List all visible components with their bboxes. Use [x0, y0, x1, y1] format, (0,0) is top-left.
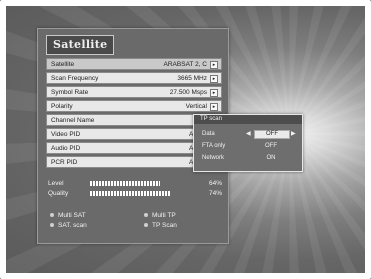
popup-title: TP scan: [194, 115, 302, 124]
row-value: 3665 MHz: [177, 75, 207, 82]
tp-row-fta-only[interactable]: FTA only OFF: [202, 142, 296, 151]
row-label: Satellite: [51, 61, 75, 68]
signal-label: Quality: [48, 190, 69, 197]
arrow-right-icon: ▸: [210, 75, 218, 83]
signal-label: Level: [48, 180, 64, 187]
row-label: Channel Name: [51, 117, 95, 124]
row-label: Polarity: [51, 103, 73, 110]
tp-row-label: Data: [202, 131, 215, 137]
option-label: Multi TP: [152, 212, 176, 219]
row-scan-frequency[interactable]: Scan Frequency 3665 MHz ▸: [46, 72, 222, 84]
arrow-right-icon: ▸: [210, 61, 218, 69]
option-tp-scan[interactable]: TP Scan: [144, 221, 177, 230]
menu-title: Satellite: [46, 35, 115, 55]
option-label: TP Scan: [152, 222, 177, 229]
tp-row-value: OFF: [254, 130, 290, 139]
arrow-right-icon: ▸: [210, 103, 218, 111]
tp-row-value: ON: [266, 155, 276, 161]
arrow-right-icon[interactable]: ▶: [291, 130, 296, 139]
signal-quality: Quality 74%: [46, 189, 222, 198]
signal-level: Level 64%: [46, 179, 222, 188]
signal-percent: 74%: [208, 190, 222, 197]
option-multi-tp[interactable]: Multi TP: [144, 211, 176, 220]
signal-percent: 64%: [208, 180, 222, 187]
tp-row-network[interactable]: Network ON: [202, 154, 296, 163]
arrow-left-icon[interactable]: ◀: [246, 130, 251, 139]
radio-icon: [144, 223, 148, 228]
level-bar: [90, 181, 160, 186]
row-symbol-rate[interactable]: Symbol Rate 27.500 Msps ▸: [46, 86, 222, 98]
tp-row-label: FTA only: [202, 143, 226, 149]
option-multi-sat[interactable]: Multi SAT: [50, 211, 86, 220]
row-value: Vertical: [185, 103, 207, 110]
row-value: ARABSAT 2, C: [163, 61, 207, 68]
radio-icon: [144, 213, 148, 218]
row-label: Scan Frequency: [51, 75, 99, 82]
tp-row-value: OFF: [265, 143, 277, 149]
row-value: 27.500 Msps: [169, 89, 207, 96]
option-sat-scan[interactable]: SAT. scan: [50, 221, 87, 230]
tp-scan-popup: TP scan Data ◀ OFF ▶ FTA only OFF Networ…: [193, 114, 303, 172]
row-label: Video PID: [51, 131, 81, 138]
tp-row-label: Network: [202, 155, 225, 161]
row-satellite[interactable]: Satellite ARABSAT 2, C ▸: [46, 58, 222, 70]
row-polarity[interactable]: Polarity Vertical ▸: [46, 100, 222, 112]
row-label: Symbol Rate: [51, 89, 89, 96]
radio-icon: [50, 223, 54, 228]
radio-icon: [50, 213, 54, 218]
row-label: PCR PID: [51, 159, 78, 166]
option-label: Multi SAT: [58, 212, 86, 219]
option-label: SAT. scan: [58, 222, 87, 229]
quality-bar: [90, 191, 171, 196]
arrow-right-icon: ▸: [210, 89, 218, 97]
tv-screen: Satellite Satellite ARABSAT 2, C ▸ Scan …: [0, 0, 371, 279]
tp-row-data[interactable]: Data ◀ OFF ▶: [202, 130, 296, 139]
row-label: Audio PID: [51, 145, 81, 152]
